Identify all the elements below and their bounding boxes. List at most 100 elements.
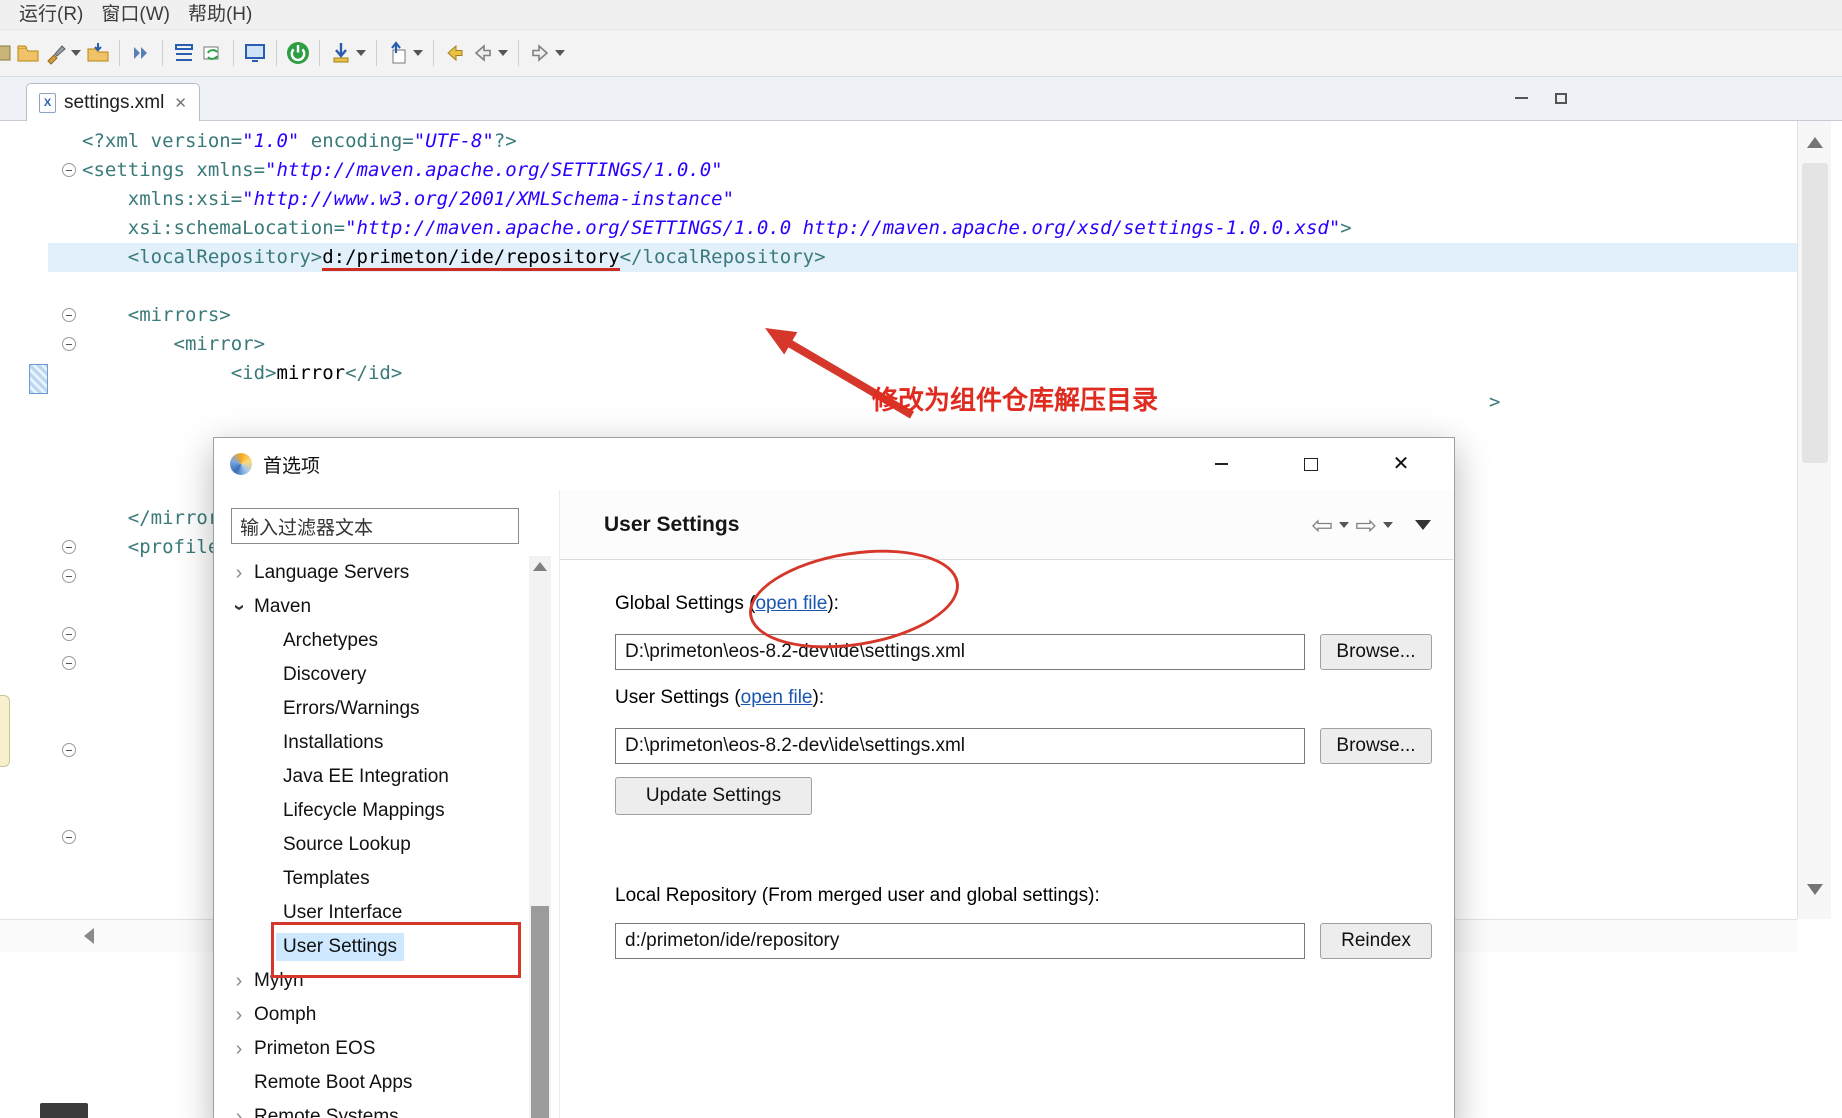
vertical-scroll-thumb[interactable] [1802, 163, 1828, 463]
chevron-collapsed-icon[interactable]: › [230, 970, 248, 993]
reindex-button[interactable]: Reindex [1320, 923, 1432, 959]
code-line[interactable]: xmlns:xsi="http://www.w3.org/2001/XMLSch… [48, 185, 1797, 214]
forward-dropdown-icon[interactable] [555, 50, 565, 56]
tree-item-source-lookup[interactable]: Source Lookup [230, 828, 526, 862]
fetch-updates-icon[interactable] [327, 39, 355, 67]
dialog-minimize-button[interactable] [1176, 438, 1266, 490]
annotation-note: 修改为组件仓库解压目录 [872, 380, 1158, 417]
console-icon[interactable] [170, 39, 198, 67]
tree-item-archetypes[interactable]: Archetypes [230, 624, 526, 658]
toolbar-separator [319, 40, 320, 66]
update-settings-button[interactable]: Update Settings [615, 777, 812, 815]
tree-item-lifecycle-mappings[interactable]: Lifecycle Mappings [230, 794, 526, 828]
external-tools-dropdown-icon[interactable] [71, 50, 81, 56]
back-dropdown-icon[interactable] [498, 50, 508, 56]
tree-scroll-up-icon[interactable] [533, 562, 547, 571]
code-line[interactable]: <settings xmlns="http://maven.apache.org… [48, 156, 1797, 185]
toolbar-separator [162, 40, 163, 66]
tab-settings-xml[interactable]: X settings.xml ✕ [26, 83, 200, 121]
dialog-maximize-button[interactable] [1266, 438, 1356, 490]
view-maximize-icon[interactable] [1550, 87, 1572, 109]
import-folder-icon[interactable] [84, 39, 112, 67]
toolbar-separator [433, 40, 434, 66]
chevron-collapsed-icon[interactable]: › [230, 1004, 248, 1027]
fold-collapse-icon[interactable] [62, 743, 76, 757]
fold-collapse-icon[interactable] [62, 163, 76, 177]
tree-scroll-thumb[interactable] [531, 906, 549, 1118]
tree-item-java-ee-integration[interactable]: Java EE Integration [230, 760, 526, 794]
start-server-icon[interactable] [284, 39, 312, 67]
code-line[interactable]: xsi:schemaLocation="http://maven.apache.… [48, 214, 1797, 243]
fold-collapse-icon[interactable] [62, 337, 76, 351]
scroll-down-icon[interactable] [1807, 884, 1823, 895]
history-forward-dropdown-icon[interactable] [1383, 522, 1393, 528]
fold-collapse-icon[interactable] [62, 540, 76, 554]
tree-item-installations[interactable]: Installations [230, 726, 526, 760]
global-label-pre: Global Settings ( [615, 593, 755, 614]
menu-run[interactable]: 运行(R) [10, 0, 92, 30]
line-annotation-marker[interactable] [29, 364, 48, 394]
external-tools-icon[interactable] [42, 39, 70, 67]
history-back-dropdown-icon[interactable] [1339, 522, 1349, 528]
global-browse-button[interactable]: Browse... [1320, 634, 1432, 670]
fetch-updates-dropdown-icon[interactable] [356, 50, 366, 56]
tree-item-oomph[interactable]: ›Oomph [230, 998, 526, 1032]
tree-item-primeton-eos[interactable]: ›Primeton EOS [230, 1032, 526, 1066]
tree-item-remote-systems[interactable]: ›Remote Systems [230, 1100, 526, 1118]
user-open-file-link[interactable]: open file [741, 687, 813, 708]
toolbar-separator [276, 40, 277, 66]
toolbar [0, 30, 1842, 77]
local-repository-input[interactable] [615, 923, 1305, 959]
global-settings-input[interactable] [615, 634, 1305, 670]
goto-type-icon[interactable] [384, 39, 412, 67]
tree-item-label: Errors/Warnings [283, 698, 420, 720]
tree-item-language-servers[interactable]: ›Language Servers [230, 556, 526, 590]
user-label-post: ): [813, 687, 825, 708]
user-settings-input[interactable] [615, 728, 1305, 764]
step-icon[interactable] [127, 39, 155, 67]
tree-item-remote-boot-apps[interactable]: Remote Boot Apps [230, 1066, 526, 1100]
back-icon[interactable] [469, 39, 497, 67]
tree-item-maven[interactable]: ›Maven [230, 590, 526, 624]
page-menu-icon[interactable] [1415, 520, 1431, 530]
scroll-left-icon[interactable] [84, 928, 94, 944]
history-forward-icon[interactable]: ⇨ [1355, 510, 1377, 541]
open-folder-icon[interactable] [14, 39, 42, 67]
editor-vertical-scrollbar[interactable] [1797, 121, 1831, 919]
dialog-close-button[interactable]: ✕ [1356, 438, 1446, 490]
fold-collapse-icon[interactable] [62, 308, 76, 322]
chevron-collapsed-icon[interactable]: › [230, 1038, 248, 1061]
fold-collapse-icon[interactable] [62, 656, 76, 670]
tree-item-discovery[interactable]: Discovery [230, 658, 526, 692]
menu-window[interactable]: 窗口(W) [92, 0, 179, 30]
fold-collapse-icon[interactable] [62, 830, 76, 844]
last-edit-location-icon[interactable] [441, 39, 469, 67]
code-line[interactable]: <localRepository>d:/primeton/ide/reposit… [48, 243, 1797, 272]
tree-item-label: User Interface [283, 902, 402, 924]
minimized-tray-fragment [0, 695, 10, 767]
fold-collapse-icon[interactable] [62, 627, 76, 641]
code-line[interactable]: <?xml version="1.0" encoding="UTF-8"?> [48, 127, 1797, 156]
user-browse-button[interactable]: Browse... [1320, 728, 1432, 764]
forward-icon[interactable] [526, 39, 554, 67]
tree-item-errors-warnings[interactable]: Errors/Warnings [230, 692, 526, 726]
tree-scrollbar[interactable] [529, 556, 551, 1118]
chevron-collapsed-icon[interactable]: › [230, 1106, 248, 1118]
tree-item-templates[interactable]: Templates [230, 862, 526, 896]
menu-help[interactable]: 帮助(H) [179, 0, 261, 30]
goto-type-dropdown-icon[interactable] [413, 50, 423, 56]
view-minimize-icon[interactable] [1510, 87, 1532, 109]
fold-collapse-icon[interactable] [62, 569, 76, 583]
chevron-expanded-icon[interactable]: › [228, 598, 251, 616]
remote-desktop-icon[interactable] [241, 39, 269, 67]
history-back-icon[interactable]: ⇦ [1311, 510, 1333, 541]
code-line[interactable] [48, 272, 1797, 301]
toolbar-separator [119, 40, 120, 66]
scroll-up-icon[interactable] [1807, 137, 1823, 148]
clipped-toolbar-icon[interactable] [0, 39, 14, 67]
filter-input[interactable] [231, 508, 519, 544]
sync-icon[interactable] [198, 39, 226, 67]
chevron-collapsed-icon[interactable]: › [230, 562, 248, 585]
tab-close-icon[interactable]: ✕ [174, 94, 187, 112]
tab-bar: X settings.xml ✕ [0, 77, 1842, 121]
